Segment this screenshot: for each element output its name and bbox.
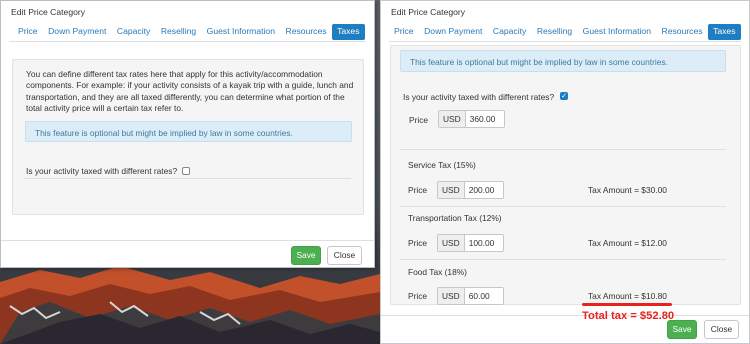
tab-taxes[interactable]: Taxes [708,24,741,40]
divider [400,206,726,207]
service-tax-title: Service Tax (15%) [408,160,476,170]
transportation-tax-title: Transportation Tax (12%) [408,213,502,223]
info-alert: This feature is optional but might be im… [25,121,352,142]
info-alert: This feature is optional but might be im… [400,50,726,72]
annotation-underline [582,303,672,306]
service-tax-input-group: USD 200.00 [437,181,504,199]
description-line: You can define different tax rates here … [26,69,323,79]
tab-price[interactable]: Price [389,24,419,40]
description-line: transportation, and they are all taxed d… [26,91,345,102]
check-icon: ✓ [561,93,567,100]
divider [400,149,726,150]
price-input-group: USD 360.00 [438,110,505,128]
tab-guest-information[interactable]: Guest Information [578,24,656,40]
close-button[interactable]: Close [704,320,739,339]
divider [24,178,351,179]
taxed-checkbox[interactable]: ✓ [560,92,568,100]
price-input[interactable]: 360.00 [466,111,504,127]
food-tax-price-input[interactable]: 60.00 [465,288,503,304]
transportation-tax-price-input[interactable]: 100.00 [465,235,503,251]
tab-guest-information[interactable]: Guest Information [202,24,280,40]
tab-divider [9,41,366,42]
dialog-title: Edit Price Category [391,7,466,17]
transportation-tax-input-group: USD 100.00 [437,234,504,252]
taxed-checkbox[interactable] [182,167,190,175]
tab-down-payment[interactable]: Down Payment [419,24,487,40]
currency-addon: USD [439,111,466,127]
tab-down-payment[interactable]: Down Payment [43,24,111,40]
description-line: components. For example: if your activit… [26,80,354,91]
edit-price-category-dialog-right: Edit Price Category Price Down Payment C… [380,0,750,344]
price-label: Price [409,115,429,125]
close-button[interactable]: Close [327,246,362,265]
currency-addon: USD [438,182,465,198]
food-tax-price-label: Price [408,291,428,301]
transportation-tax-amount: Tax Amount = $12.00 [588,238,667,248]
tab-resources[interactable]: Resources [656,24,707,40]
tab-resources[interactable]: Resources [280,24,331,40]
food-tax-title: Food Tax (18%) [408,267,467,277]
tab-bar: Price Down Payment Capacity Reselling Gu… [13,24,365,40]
total-tax-annotation: Total tax = $52.80 [582,310,675,322]
tab-price[interactable]: Price [13,24,43,40]
save-button[interactable]: Save [291,246,321,265]
description-line: total activity price will a certain tax … [26,103,184,114]
food-tax-input-group: USD 60.00 [437,287,504,305]
tab-reselling[interactable]: Reselling [532,24,577,40]
transportation-tax-price-label: Price [408,238,428,248]
food-tax-amount: Tax Amount = $10.80 [588,291,667,301]
tab-capacity[interactable]: Capacity [112,24,155,40]
edit-price-category-dialog-left: Edit Price Category Price Down Payment C… [0,0,375,268]
tab-taxes[interactable]: Taxes [332,24,365,40]
service-tax-price-input[interactable]: 200.00 [465,182,503,198]
save-button[interactable]: Save [667,320,697,339]
tab-capacity[interactable]: Capacity [488,24,531,40]
taxes-panel [390,45,741,305]
currency-addon: USD [438,235,465,251]
taxed-question-label: Is your activity taxed with different ra… [26,166,178,176]
mountain-image [0,266,380,344]
taxed-question-label: Is your activity taxed with different ra… [403,92,555,102]
currency-addon: USD [438,288,465,304]
divider [400,259,726,260]
tab-divider [389,41,741,42]
taxes-description: You can define different tax rates here … [26,69,361,115]
service-tax-price-label: Price [408,185,428,195]
service-tax-amount: Tax Amount = $30.00 [588,185,667,195]
tab-reselling[interactable]: Reselling [156,24,201,40]
tab-bar: Price Down Payment Capacity Reselling Gu… [389,24,741,40]
dialog-title: Edit Price Category [11,7,86,17]
